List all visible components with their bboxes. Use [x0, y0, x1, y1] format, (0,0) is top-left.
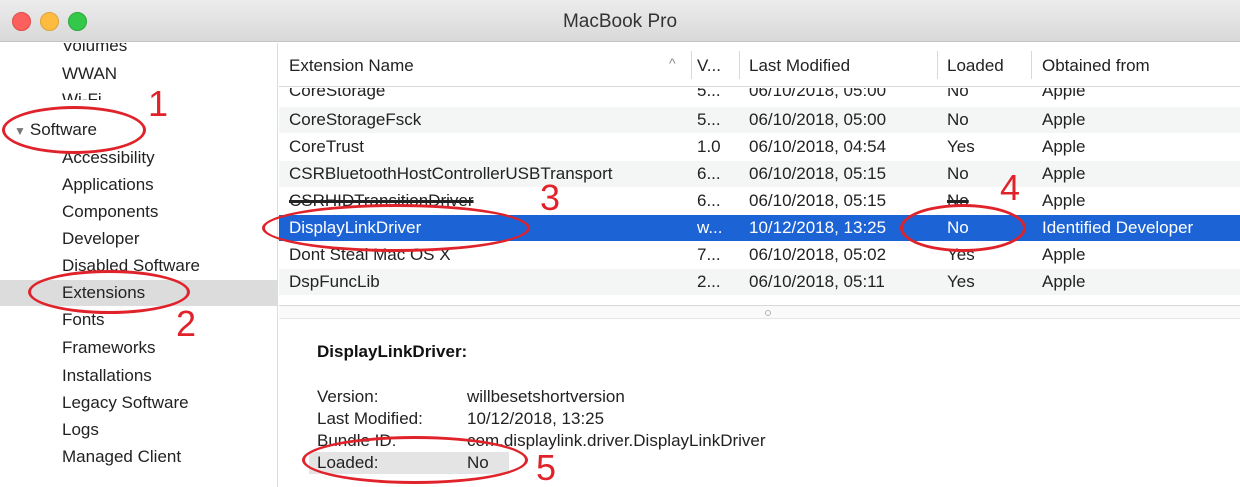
- sidebar-item-installations[interactable]: Installations: [62, 363, 152, 389]
- cell-loaded: Yes: [947, 137, 975, 156]
- sidebar-item-volumes[interactable]: Volumes: [62, 43, 127, 59]
- annotation-number-3: 3: [540, 177, 561, 218]
- cell-loaded: No: [947, 218, 969, 237]
- sidebar[interactable]: Volumes WWAN Wi-Fi ▼ Software Accessibili…: [0, 43, 278, 487]
- cell-extension-name: CoreStorageFsck: [289, 110, 422, 129]
- cell-last-modified: 06/10/2018, 05:15: [749, 164, 887, 183]
- detail-label-loaded: Loaded:: [317, 453, 379, 472]
- cell-extension-name: CSRHIDTransitionDriver: [289, 191, 474, 210]
- cell-obtained-from: Apple: [1042, 191, 1086, 210]
- cell-obtained-from: Apple: [1042, 245, 1086, 264]
- cell-extension-name: Dont Steal Mac OS X: [289, 245, 451, 264]
- column-header-obtained-from[interactable]: Obtained from: [1042, 55, 1150, 77]
- cell-version: 6...: [697, 191, 721, 210]
- table-row[interactable]: CSRBluetoothHostControllerUSBTransport 6…: [279, 161, 1240, 187]
- table-row[interactable]: CoreTrust 1.0 06/10/2018, 04:54 Yes Appl…: [279, 134, 1240, 160]
- title-bar: MacBook Pro: [0, 0, 1240, 42]
- window-title: MacBook Pro: [562, 11, 678, 32]
- cell-version: 2...: [697, 272, 721, 291]
- cell-last-modified: 06/10/2018, 05:00: [749, 110, 887, 129]
- cell-loaded: Yes: [947, 272, 975, 291]
- splitter-handle-icon[interactable]: [765, 310, 771, 316]
- cell-loaded: No: [947, 88, 969, 100]
- cell-extension-name: CoreStorage: [289, 88, 386, 100]
- cell-version: 6...: [697, 164, 721, 183]
- annotation-number-5: 5: [536, 447, 557, 487]
- detail-value-version: willbesetshortversion: [467, 387, 625, 406]
- cell-loaded: No: [947, 164, 969, 183]
- cell-extension-name: CoreTrust: [289, 137, 364, 156]
- column-header-version[interactable]: V...: [697, 55, 721, 77]
- table-header: Extension Name ^ V... Last Modified Load…: [279, 43, 1240, 87]
- column-header-last-modified[interactable]: Last Modified: [749, 55, 850, 77]
- sidebar-item-legacy-software[interactable]: Legacy Software: [62, 390, 189, 416]
- cell-version: 1.0: [697, 137, 721, 156]
- cell-extension-name: DspFuncLib: [289, 272, 380, 291]
- column-divider[interactable]: [937, 51, 938, 79]
- table-row[interactable]: Dont Steal Mac OS X 7... 06/10/2018, 05:…: [279, 242, 1240, 268]
- column-divider[interactable]: [739, 51, 740, 79]
- table-row[interactable]: CSRHIDTransitionDriver 6... 06/10/2018, …: [279, 188, 1240, 214]
- sidebar-item-accessibility[interactable]: Accessibility: [62, 145, 155, 171]
- cell-obtained-from: Apple: [1042, 272, 1086, 291]
- cell-last-modified: 06/10/2018, 04:54: [749, 137, 887, 156]
- cell-obtained-from: Apple: [1042, 137, 1086, 156]
- sidebar-item-managed-client[interactable]: Managed Client: [62, 444, 181, 470]
- sidebar-item-extensions[interactable]: Extensions: [62, 280, 145, 306]
- table-row[interactable]: DspFuncLib 2... 06/10/2018, 05:11 Yes Ap…: [279, 269, 1240, 295]
- column-divider[interactable]: [691, 51, 692, 79]
- extensions-table[interactable]: Extension Name ^ V... Last Modified Load…: [279, 43, 1240, 305]
- sidebar-item-components[interactable]: Components: [62, 199, 158, 225]
- column-header-loaded[interactable]: Loaded: [947, 55, 1004, 77]
- cell-obtained-from: Apple: [1042, 88, 1086, 100]
- cell-loaded: Yes: [947, 245, 975, 264]
- cell-obtained-from: Apple: [1042, 164, 1086, 183]
- cell-last-modified: 06/10/2018, 05:15: [749, 191, 887, 210]
- cell-extension-name: CSRBluetoothHostControllerUSBTransport: [289, 164, 613, 183]
- detail-value-last-modified: 10/12/2018, 13:25: [467, 409, 605, 428]
- disclosure-triangle-icon[interactable]: ▼: [14, 118, 26, 144]
- cell-version: w...: [697, 218, 723, 237]
- cell-last-modified: 10/12/2018, 13:25: [749, 218, 887, 237]
- sidebar-item-disabled-software[interactable]: Disabled Software: [62, 253, 200, 279]
- detail-label-version: Version:: [317, 387, 379, 406]
- cell-loaded: No: [947, 110, 969, 129]
- table-row[interactable]: CoreStorageFsck 5... 06/10/2018, 05:00 N…: [279, 107, 1240, 133]
- cell-version: 5...: [697, 110, 721, 129]
- detail-label-last-modified: Last Modified:: [317, 409, 423, 428]
- cell-version: 7...: [697, 245, 721, 264]
- table-row[interactable]: CoreStorage 5... 06/10/2018, 05:00 No Ap…: [279, 88, 1240, 100]
- sidebar-item-wifi[interactable]: Wi-Fi: [62, 87, 102, 100]
- column-divider[interactable]: [1031, 51, 1032, 79]
- sidebar-item-fonts[interactable]: Fonts: [62, 307, 105, 333]
- sidebar-item-wwan[interactable]: WWAN: [62, 61, 117, 87]
- sidebar-group-software[interactable]: ▼ Software: [14, 117, 97, 143]
- sidebar-group-label: Software: [29, 120, 97, 139]
- annotation-number-1: 1: [148, 83, 169, 124]
- pane-splitter[interactable]: [279, 305, 1240, 319]
- cell-obtained-from: Apple: [1042, 110, 1086, 129]
- column-header-extension-name[interactable]: Extension Name: [289, 55, 414, 77]
- cell-extension-name: DisplayLinkDriver: [289, 218, 422, 237]
- sort-ascending-icon: ^: [669, 55, 676, 71]
- sidebar-item-applications[interactable]: Applications: [62, 172, 154, 198]
- sidebar-item-developer[interactable]: Developer: [62, 226, 140, 252]
- detail-title: DisplayLinkDriver:: [317, 342, 468, 361]
- detail-pane: DisplayLinkDriver: Version: willbesetsho…: [279, 320, 1240, 487]
- cell-last-modified: 06/10/2018, 05:11: [749, 272, 885, 291]
- table-row-selected[interactable]: DisplayLinkDriver w... 10/12/2018, 13:25…: [279, 215, 1240, 241]
- detail-value-bundle-id: com.displaylink.driver.DisplayLinkDriver: [467, 431, 766, 450]
- sidebar-item-frameworks[interactable]: Frameworks: [62, 335, 156, 361]
- cell-last-modified: 06/10/2018, 05:02: [749, 245, 887, 264]
- annotation-number-4: 4: [1000, 167, 1021, 208]
- detail-value-loaded: No: [467, 453, 489, 472]
- sidebar-item-logs[interactable]: Logs: [62, 417, 99, 443]
- detail-label-bundle-id: Bundle ID:: [317, 431, 397, 450]
- annotation-number-2: 2: [176, 303, 197, 344]
- cell-loaded: No: [947, 191, 969, 210]
- cell-version: 5...: [697, 88, 721, 100]
- cell-obtained-from: Identified Developer: [1042, 218, 1194, 237]
- cell-last-modified: 06/10/2018, 05:00: [749, 88, 887, 100]
